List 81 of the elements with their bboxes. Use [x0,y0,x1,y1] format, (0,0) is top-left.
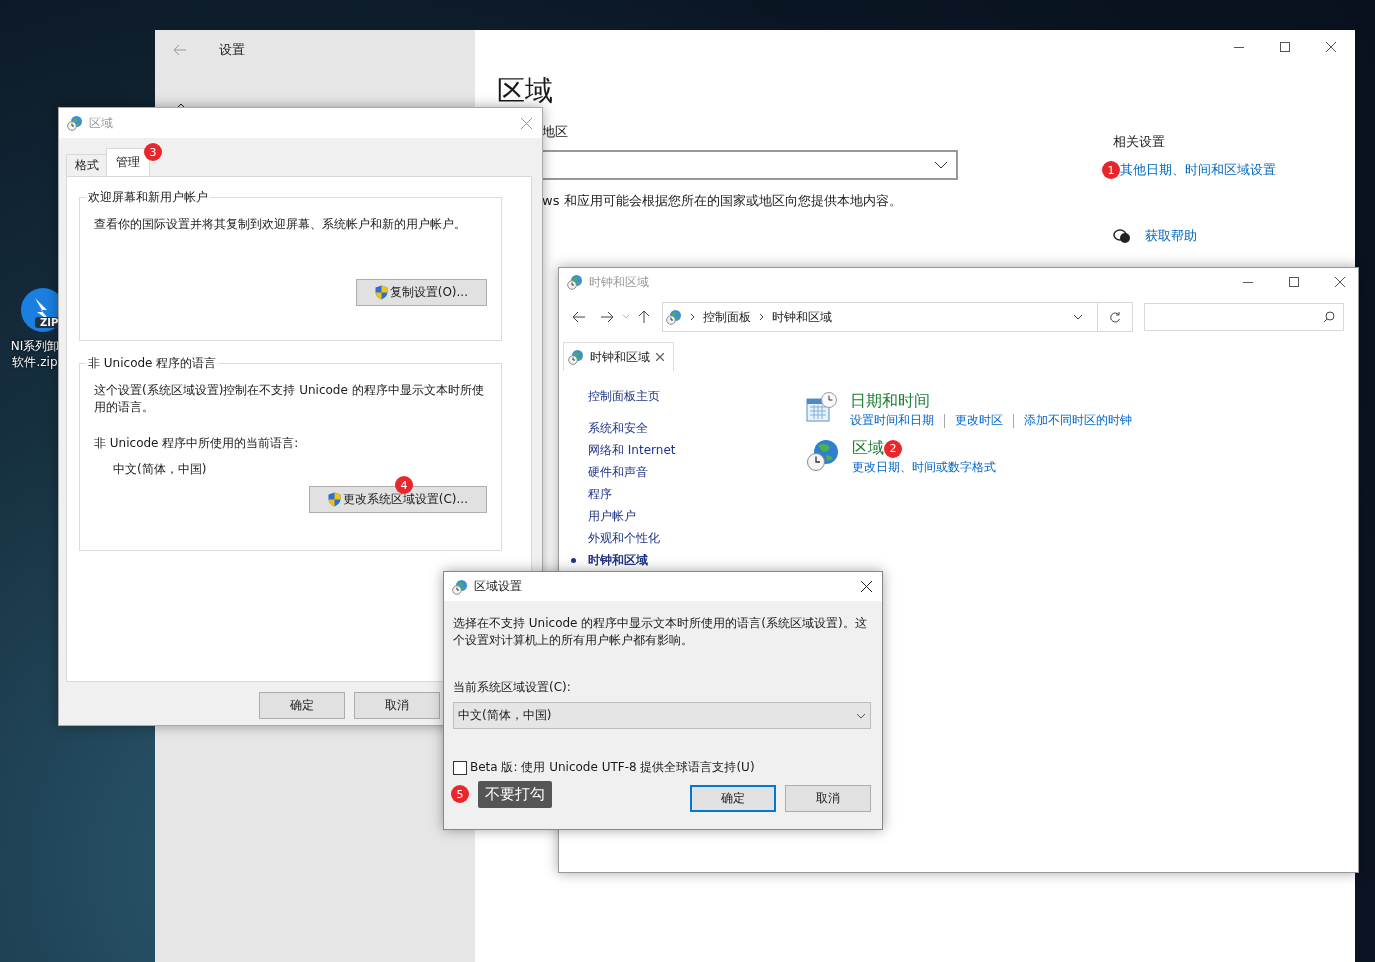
close-icon[interactable] [861,581,872,592]
nav-link[interactable]: 时钟和区域 [588,551,648,569]
globe-clock-icon [666,309,682,325]
step-badge: 1 [1102,161,1120,179]
tab[interactable]: 管理 [106,148,150,176]
field-label: 当前系统区域设置(C): [453,679,572,696]
step-badge: 2 [884,439,902,458]
help-link[interactable]: 获取帮助 [1145,227,1197,245]
dialog-button[interactable]: 取消 [354,692,440,719]
breadcrumb[interactable]: 控制面板 [703,308,751,326]
globe-clock-icon [567,274,583,290]
help-chat-icon [1113,228,1131,244]
close-icon[interactable] [1334,276,1346,288]
dialog-button[interactable]: 确定 [690,785,776,812]
section-title: 相关设置 [1113,133,1165,151]
description-text: 这个设置(系统区域设置)控制在不支持 Unicode 的程序中显示文本时所使用的语言。 [94,382,485,416]
window-title: 区域设置 [474,578,523,595]
task-link[interactable]: 更改时区 [955,412,1003,429]
maximize-icon[interactable] [1279,41,1291,53]
group-label: 欢迎屏幕和新用户帐户 [87,189,209,206]
close-icon[interactable] [1325,41,1337,53]
address-bar[interactable]: 控制面板 时钟和区域 [662,302,1133,332]
dialog-button[interactable]: 取消 [785,785,871,812]
step-badge: 4 [395,476,413,494]
tooltip: 不要打勾 [478,780,552,808]
action-button[interactable]: 复制设置(O)... [355,279,487,306]
field-label: 非 Unicode 程序中所使用的当前语言: [94,435,300,452]
checkbox-label[interactable]: Beta 版: 使用 Unicode UTF-8 提供全球语言支持(U) [470,759,755,776]
group-label: 非 Unicode 程序的语言 [87,355,218,372]
current-language: 中文(简体，中国) [112,461,208,478]
category-title[interactable]: 区域 [852,438,884,459]
task-link[interactable]: 更改日期、时间或数字格式 [852,459,996,476]
chevron-icon [690,313,695,321]
checkbox[interactable] [453,760,467,775]
shield-icon [374,285,388,300]
task-link[interactable]: 添加不同时区的时钟 [1024,412,1132,429]
nav-link[interactable]: 硬件和声音 [588,463,648,481]
settings-link[interactable]: 其他日期、时间和区域设置 [1120,161,1276,179]
globe-clock-icon [568,349,584,365]
category-title[interactable]: 日期和时间 [850,391,930,412]
breadcrumb[interactable]: 时钟和区域 [772,308,832,326]
tab[interactable]: 格式 [66,154,108,176]
shield-icon [327,492,341,507]
chevron-icon [856,712,866,719]
nav-link[interactable]: 程序 [588,485,612,503]
window-title: 设置 [219,41,245,59]
step-badge: 3 [144,143,162,161]
back-icon[interactable] [572,311,586,323]
locale-dropdown[interactable]: 中文(简体，中国) [453,702,871,729]
globe-clock-icon [806,438,840,472]
chevron-icon [934,161,948,169]
page-heading: 区域 [497,73,554,109]
chevron-icon [759,313,764,321]
nav-link[interactable]: 系统和安全 [588,419,648,437]
refresh-icon[interactable] [1109,311,1121,323]
nav-link[interactable]: 网络和 Internet [588,441,676,459]
chevron-icon[interactable] [1073,314,1083,320]
step-badge: 5 [451,785,469,803]
nav-link[interactable]: 外观和个性化 [588,529,660,547]
nav-link[interactable]: 用户帐户 [588,507,636,525]
description-text: 选择在不支持 Unicode 的程序中显示文本时所使用的语言(系统区域设置)。这个设置对计算机上的所有用户帐户都有影响。 [453,615,868,649]
description-text: ws 和应用可能会根据您所在的国家或地区向您提供本地内容。 [542,192,902,210]
search-field[interactable] [1144,303,1344,331]
task-link[interactable]: 设置时间和日期 [850,412,934,429]
forward-icon[interactable] [600,311,614,323]
bullet-icon [571,558,576,563]
window-title: 区域 [89,114,114,132]
file-name: 软件.zip [12,354,58,370]
globe-clock-icon [452,578,468,595]
dialog-button[interactable]: 确定 [259,692,345,719]
window-title: 时钟和区域 [589,273,650,291]
file-name: NI系列卸 [10,338,60,354]
description-text: 查看你的国际设置并将其复制到欢迎屏幕、系统帐户和新的用户帐户。 [94,216,467,233]
calendar-clock-icon [806,391,838,423]
globe-clock-icon [67,115,83,131]
nav-link[interactable]: 控制面板主页 [588,387,660,405]
maximize-icon[interactable] [1288,276,1300,288]
up-icon[interactable] [638,310,650,324]
field-label: 地区 [542,123,568,141]
search-icon [1323,311,1335,323]
tab[interactable]: 时钟和区域 [563,342,674,371]
